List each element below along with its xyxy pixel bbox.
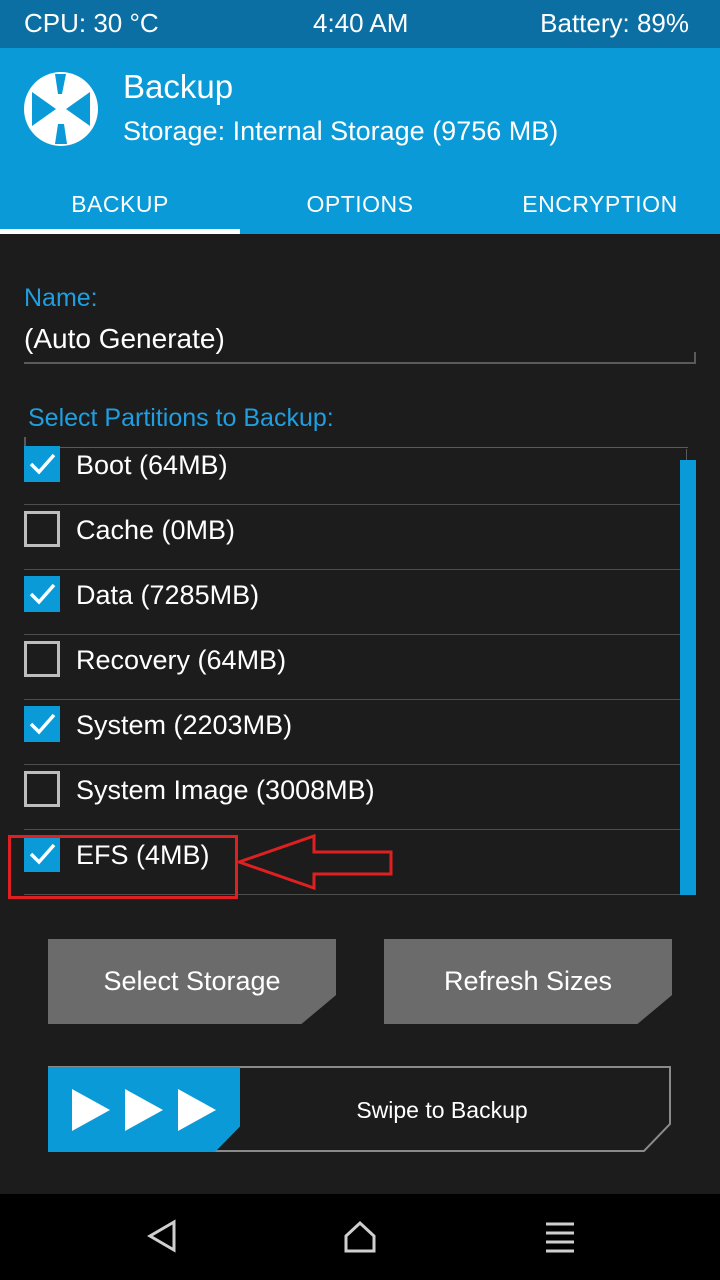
name-underline-tick (694, 352, 696, 364)
name-underline (24, 362, 696, 364)
tab-encryption[interactable]: ENCRYPTION (480, 174, 720, 234)
checkbox-cache[interactable] (24, 511, 60, 547)
checkbox-recovery[interactable] (24, 641, 60, 677)
partition-label: System Image (3008MB) (76, 775, 375, 805)
refresh-sizes-button[interactable]: Refresh Sizes (384, 939, 672, 1024)
partition-row-boot[interactable]: Boot (64MB) (0, 440, 680, 505)
twrp-logo-icon (24, 72, 98, 146)
partition-row-system-image[interactable]: System Image (3008MB) (0, 765, 680, 830)
home-icon[interactable] (340, 1216, 380, 1256)
select-storage-button[interactable]: Select Storage (48, 939, 336, 1024)
swipe-handle[interactable] (48, 1067, 240, 1152)
tab-backup[interactable]: BACKUP (0, 174, 240, 234)
partition-label: Recovery (64MB) (76, 645, 287, 675)
tab-options[interactable]: OPTIONS (240, 174, 480, 234)
menu-icon[interactable] (540, 1216, 580, 1256)
cpu-temp: CPU: 30 °C (24, 8, 159, 38)
partition-row-cache[interactable]: Cache (0MB) (0, 505, 680, 570)
back-icon[interactable] (142, 1216, 182, 1256)
checkbox-system-image[interactable] (24, 771, 60, 807)
app-header: Backup Storage: Internal Storage (9756 M… (0, 48, 720, 234)
checkmark-icon (29, 713, 56, 735)
active-tab-indicator (0, 229, 240, 234)
partition-row-system[interactable]: System (2203MB) (0, 700, 680, 765)
storage-info: Storage: Internal Storage (9756 MB) (123, 116, 559, 146)
red-arrow-icon (236, 833, 393, 891)
partition-label: Boot (64MB) (76, 450, 228, 480)
highlight-box (8, 835, 238, 899)
checkbox-system[interactable] (24, 706, 60, 742)
name-input[interactable]: (Auto Generate) (24, 323, 225, 355)
battery-level: Battery: 89% (540, 8, 689, 38)
partitions-heading: Select Partitions to Backup: (28, 404, 334, 432)
partition-row-data[interactable]: Data (7285MB) (0, 570, 680, 635)
partition-label: Cache (0MB) (76, 515, 236, 545)
swipe-label: Swipe to Backup (356, 1097, 528, 1123)
partition-label: System (2203MB) (76, 710, 293, 740)
partition-scrollbar[interactable] (680, 460, 696, 895)
checkbox-boot[interactable] (24, 446, 60, 482)
navigation-bar (0, 1194, 720, 1280)
page-title: Backup (123, 68, 234, 105)
name-label: Name: (24, 284, 98, 312)
checkmark-icon (29, 453, 56, 475)
partition-label: Data (7285MB) (76, 580, 260, 610)
clock: 4:40 AM (313, 8, 409, 38)
checkbox-data[interactable] (24, 576, 60, 612)
status-bar: CPU: 30 °C 4:40 AM Battery: 89% (0, 0, 720, 48)
checkmark-icon (29, 583, 56, 605)
partition-row-recovery[interactable]: Recovery (64MB) (0, 635, 680, 700)
play-arrow-icon (72, 1089, 216, 1131)
